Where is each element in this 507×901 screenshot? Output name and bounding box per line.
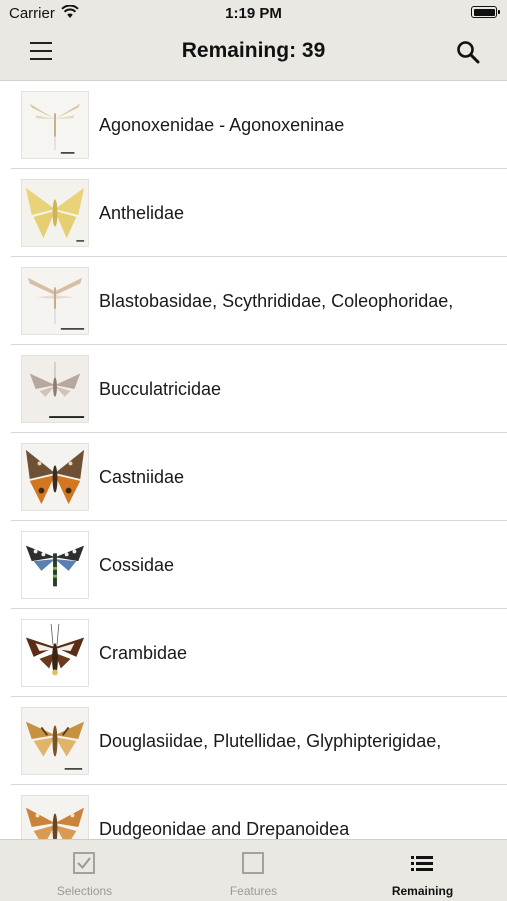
list-item[interactable]: Cossidae xyxy=(11,521,507,609)
list-item[interactable]: Crambidae xyxy=(11,609,507,697)
tab-label: Remaining xyxy=(391,884,454,898)
tab-label: Selections xyxy=(56,884,113,898)
list-item[interactable]: Agonoxenidae - Agonoxeninae xyxy=(11,81,507,169)
list-item-label: Blastobasidae, Scythrididae, Coleophorid… xyxy=(99,291,454,311)
list-item[interactable]: Anthelidae xyxy=(11,169,507,257)
tab-label: Features xyxy=(229,884,278,898)
tab-features[interactable]: Features xyxy=(169,840,338,901)
moth-thumbnail xyxy=(21,707,89,775)
moth-thumbnail xyxy=(21,619,89,687)
page-title: Remaining: 39 xyxy=(181,39,326,62)
tab-remaining[interactable]: Remaining xyxy=(338,840,507,901)
list-item[interactable]: Dudgeonidae and Drepanoidea xyxy=(11,785,507,839)
moth-thumbnail xyxy=(21,795,89,839)
status-bar: Carrier 1:19 PM xyxy=(0,0,507,28)
list-item-label: Castniidae xyxy=(99,467,185,487)
checkbox-checked-icon xyxy=(73,852,95,874)
list-item-label: Cossidae xyxy=(99,555,175,575)
search-icon[interactable] xyxy=(456,40,480,64)
family-list[interactable]: Agonoxenidae - Agonoxeninae Anthelidae B… xyxy=(0,81,507,839)
battery-icon xyxy=(471,6,500,18)
moth-thumbnail xyxy=(21,91,89,159)
list-icon xyxy=(411,856,433,871)
status-time: 1:19 PM xyxy=(225,5,282,22)
moth-thumbnail xyxy=(21,267,89,335)
moth-thumbnail xyxy=(21,443,89,511)
moth-thumbnail xyxy=(21,355,89,423)
navigation-bar: Remaining: 39 xyxy=(0,28,507,80)
tab-selections[interactable]: Selections xyxy=(0,840,169,901)
tab-bar: Selections Features Remaining xyxy=(0,839,507,901)
moth-thumbnail xyxy=(21,179,89,247)
list-item[interactable]: Douglasiidae, Plutellidae, Glyphipterigi… xyxy=(11,697,507,785)
checkbox-empty-icon xyxy=(242,852,264,874)
top-bar: Carrier 1:19 PM Remaining: 39 xyxy=(0,0,507,81)
list-item-label: Crambidae xyxy=(99,643,188,663)
list-item-label: Douglasiidae, Plutellidae, Glyphipterigi… xyxy=(99,731,442,751)
list-item-label: Dudgeonidae and Drepanoidea xyxy=(99,819,350,839)
list-item[interactable]: Blastobasidae, Scythrididae, Coleophorid… xyxy=(11,257,507,345)
list-item[interactable]: Bucculatricidae xyxy=(11,345,507,433)
list-item-label: Anthelidae xyxy=(99,203,185,223)
moth-thumbnail xyxy=(21,531,89,599)
list-item[interactable]: Castniidae xyxy=(11,433,507,521)
list-item-label: Agonoxenidae - Agonoxeninae xyxy=(99,115,345,135)
list-item-label: Bucculatricidae xyxy=(99,379,222,399)
